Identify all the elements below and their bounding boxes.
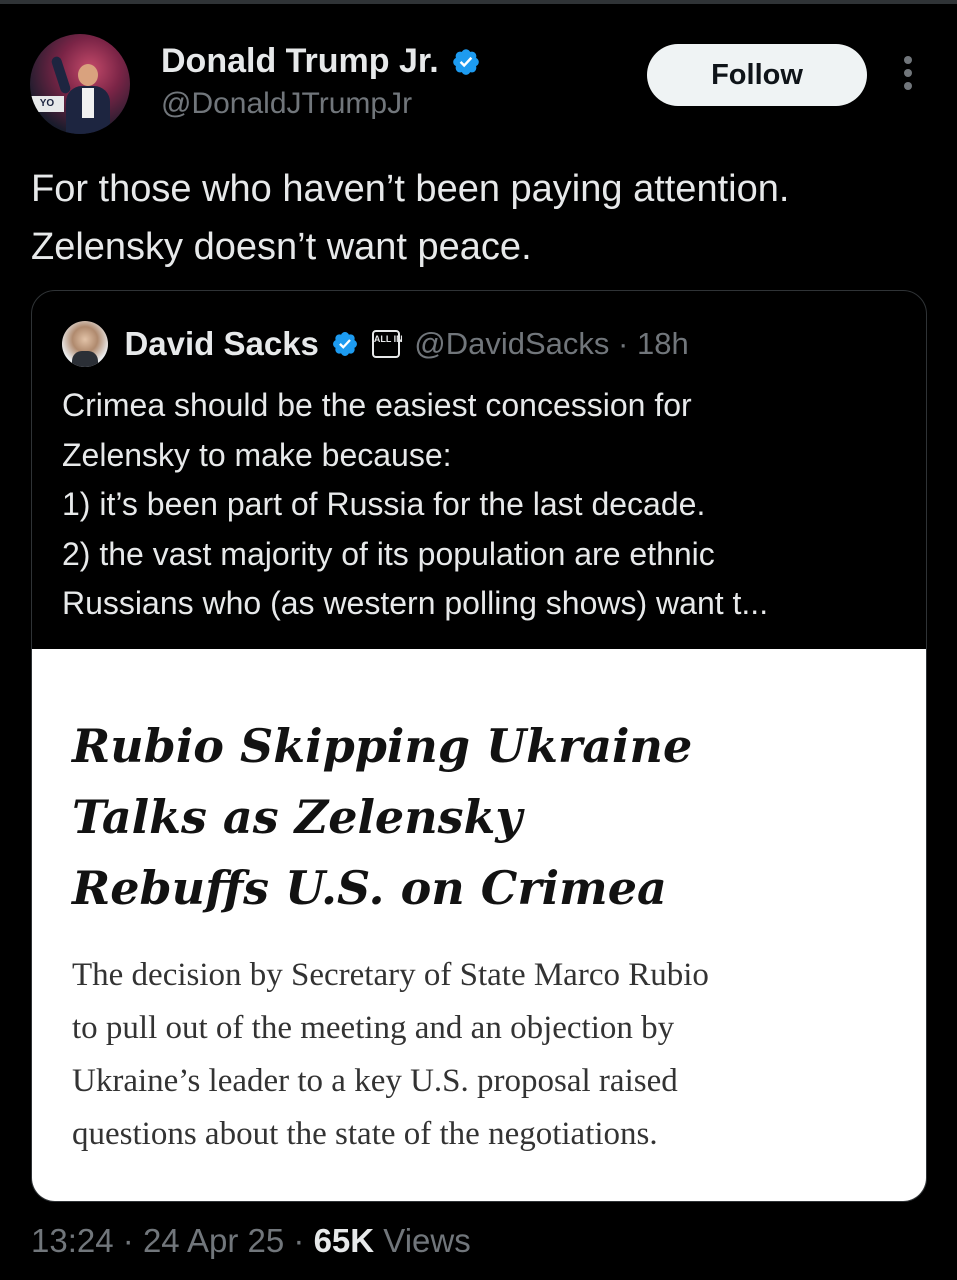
headline-line: Talks as Zelensky	[72, 790, 523, 844]
tweet-header: YO Donald Trump Jr. @DonaldJTrumpJr Foll…	[30, 34, 930, 134]
tweet-footer: 13:24 · 24 Apr 25 · 65K Views	[31, 1222, 471, 1260]
quoted-author-avatar[interactable]	[62, 321, 108, 367]
article-image[interactable]: Rubio Skipping Ukraine Talks as Zelensky…	[32, 649, 926, 1201]
quoted-tweet-text: Crimea should be the easiest concession …	[62, 381, 912, 629]
separator: ·	[293, 1222, 305, 1259]
more-vertical-icon[interactable]	[896, 56, 920, 96]
quoted-handle-time: @DavidSacks · 18h	[414, 326, 689, 361]
views-label[interactable]: Views	[383, 1222, 470, 1259]
avatar-sign-text: YO	[30, 96, 64, 112]
quoted-text-line: Russians who (as western polling shows) …	[62, 585, 769, 621]
quoted-text-line: Crimea should be the easiest concession …	[62, 387, 692, 423]
tweet-time[interactable]: 13:24	[31, 1222, 114, 1259]
author-avatar[interactable]: YO	[30, 34, 130, 134]
quoted-text-line: 1) it’s been part of Russia for the last…	[62, 486, 706, 522]
separator: ·	[122, 1222, 134, 1259]
summary-line: The decision by Secretary of State Marco…	[72, 957, 709, 993]
summary-line: questions about the state of the negotia…	[72, 1116, 658, 1152]
verified-badge-icon	[333, 332, 358, 356]
tweet-date[interactable]: 24 Apr 25	[143, 1222, 284, 1259]
quoted-text-line: 2) the vast majority of its population a…	[62, 535, 715, 572]
author-handle[interactable]: @DonaldJTrumpJr	[161, 87, 481, 121]
article-headline: Rubio Skipping Ukraine Talks as Zelensky…	[72, 711, 832, 924]
top-divider	[0, 0, 957, 4]
more-dot	[904, 82, 912, 90]
more-dot	[904, 56, 912, 64]
avatar-figure-shirt	[82, 88, 94, 118]
article-summary: The decision by Secretary of State Marco…	[72, 949, 902, 1161]
quoted-text-line: Zelensky to make because:	[62, 436, 452, 473]
author-display-name[interactable]: Donald Trump Jr.	[161, 42, 439, 81]
quoted-tweet-card[interactable]: David Sacks ALL IN @DavidSacks · 18h Cri…	[31, 290, 927, 1202]
headline-line: Rebuffs U.S. on Crimea	[72, 861, 667, 915]
more-dot	[904, 69, 912, 77]
summary-line: Ukraine’s leader to a key U.S. proposal …	[72, 1063, 678, 1099]
headline-line: Rubio Skipping Ukraine	[72, 719, 693, 773]
views-count[interactable]: 65K	[314, 1222, 375, 1259]
quoted-header: David Sacks ALL IN @DavidSacks · 18h	[62, 321, 902, 367]
tweet-text: For those who haven’t been paying attent…	[31, 168, 790, 268]
verified-badge-icon	[453, 48, 479, 75]
summary-line: to pull out of the meeting and an object…	[72, 1010, 675, 1046]
author-names: Donald Trump Jr. @DonaldJTrumpJr	[161, 42, 481, 121]
follow-button[interactable]: Follow	[647, 44, 867, 106]
avatar-figure-head	[78, 64, 98, 86]
avatar-figure-arm	[50, 55, 72, 95]
affiliation-badge-icon[interactable]: ALL IN	[371, 330, 403, 358]
quoted-author-name[interactable]: David Sacks	[124, 325, 318, 363]
